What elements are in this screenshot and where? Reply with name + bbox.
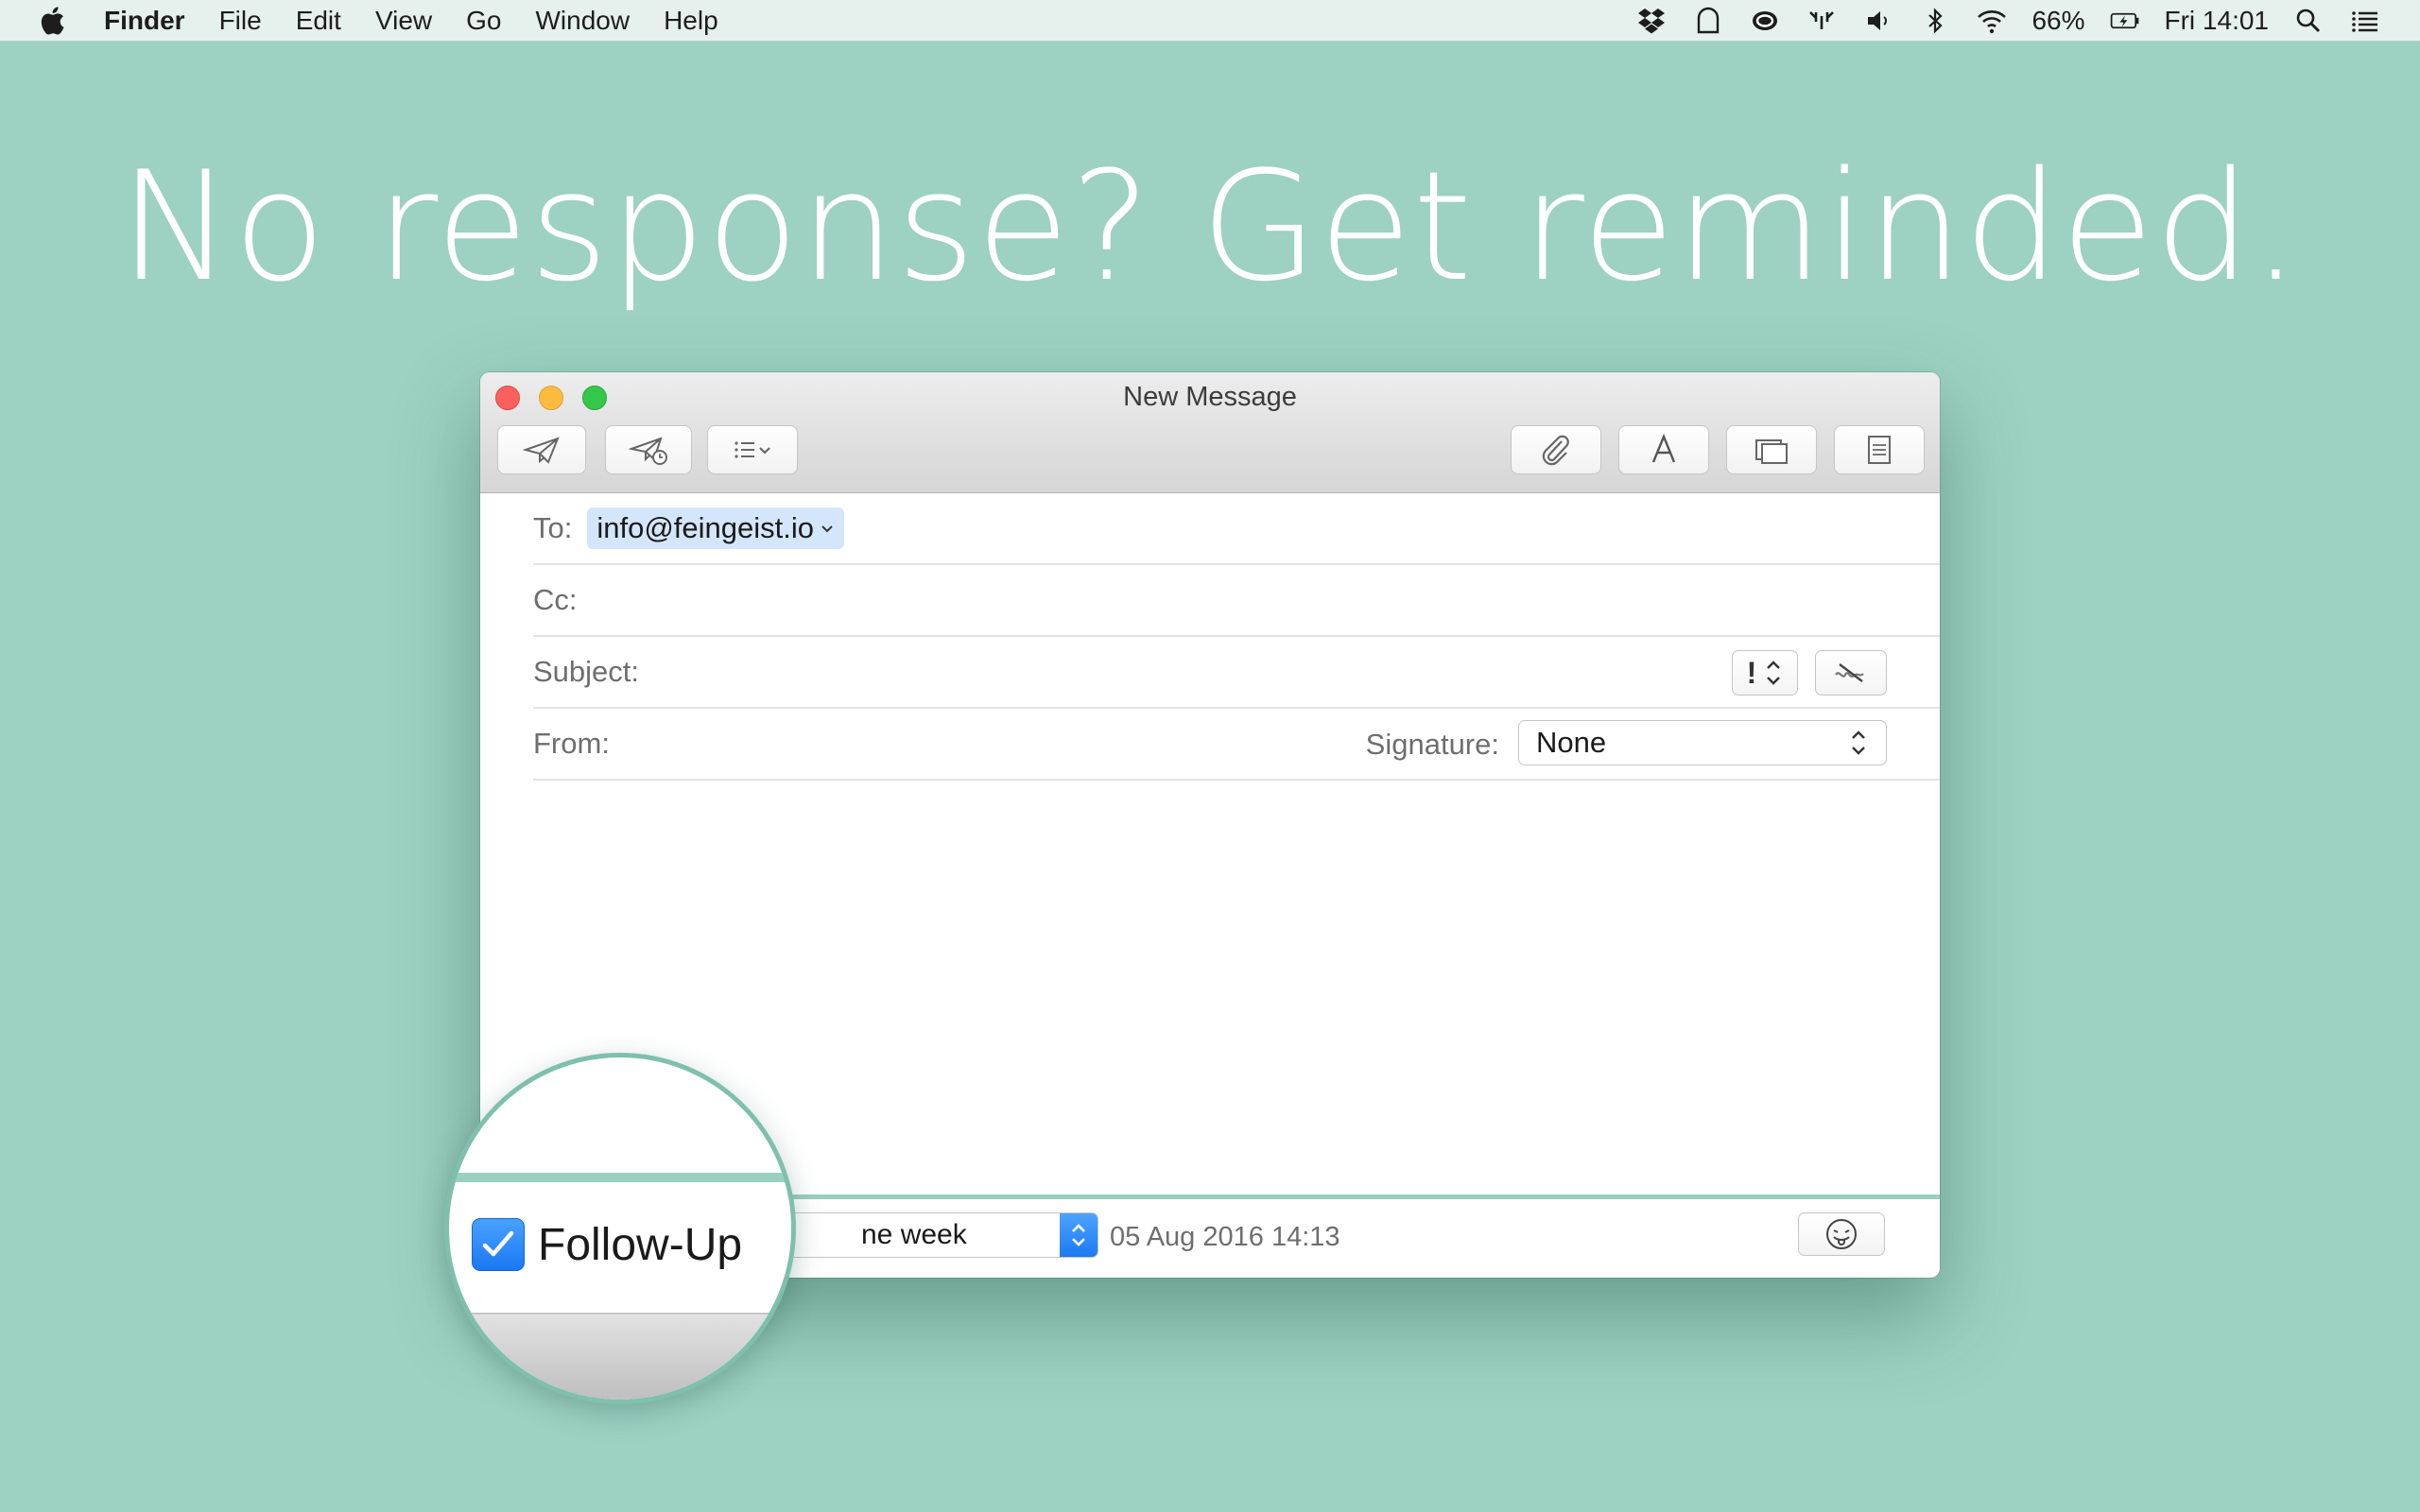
up-down-arrows-icon (1852, 730, 1865, 755)
to-row: To: info@feingeist.io (533, 493, 1940, 565)
magnified-divider-strip (449, 1173, 791, 1182)
spotlight-search-icon[interactable] (2292, 7, 2325, 35)
priority-symbol: ! (1746, 655, 1757, 690)
bluetooth-icon[interactable] (1919, 7, 1951, 35)
dropbox-icon[interactable] (1635, 7, 1668, 35)
menu-edit[interactable]: Edit (296, 6, 341, 36)
send-later-icon (629, 437, 667, 465)
subject-row[interactable]: Subject: ! (533, 637, 1940, 709)
send-later-button[interactable] (605, 425, 692, 474)
up-down-arrows-icon (1767, 661, 1781, 685)
smiley-tongue-icon (1826, 1219, 1857, 1249)
chevron-down-icon (821, 525, 833, 533)
signature-icon (1835, 663, 1864, 682)
from-row: From: Signature: None (533, 709, 1940, 781)
list-format-icon (735, 441, 770, 458)
notification-bell-icon[interactable] (1692, 7, 1724, 35)
list-format-button[interactable] (707, 425, 798, 474)
fonts-icon (1651, 434, 1676, 463)
apple-logo-icon[interactable] (0, 6, 104, 36)
attachment-icon (1542, 435, 1569, 466)
send-icon (522, 437, 560, 464)
menu-window[interactable]: Window (535, 6, 630, 36)
cc-label: Cc: (533, 583, 578, 616)
attachment-button[interactable] (1511, 425, 1601, 474)
signature-value: None (1536, 726, 1607, 759)
recipient-address: info@feingeist.io (596, 511, 815, 544)
menu-app-finder[interactable]: Finder (104, 6, 185, 36)
menu-bar: Finder File Edit View Go Window Help 66% (0, 0, 2420, 42)
signature-select[interactable]: None (1518, 720, 1887, 765)
magnified-window-edge (449, 1313, 791, 1400)
from-label: From: (533, 727, 610, 760)
send-button[interactable] (497, 425, 586, 474)
volume-icon[interactable] (1862, 7, 1894, 35)
menu-help[interactable]: Help (664, 6, 718, 36)
window-title: New Message (1123, 382, 1297, 412)
photo-browser-icon (1755, 439, 1788, 464)
signature-off-button[interactable] (1815, 650, 1887, 696)
signature-label: Signature: (1365, 728, 1499, 761)
interval-stepper[interactable] (1060, 1213, 1098, 1257)
headline: No response? Get reminded. (119, 138, 2301, 315)
follow-up-checkbox[interactable] (472, 1218, 525, 1271)
menu-go[interactable]: Go (466, 6, 501, 36)
network-activity-icon[interactable] (1806, 7, 1838, 35)
to-label: To: (533, 511, 573, 544)
up-down-arrows-icon (1072, 1224, 1085, 1246)
follow-up-magnifier: Follow-Up (444, 1053, 796, 1404)
menu-view[interactable]: View (375, 6, 432, 36)
cc-row[interactable]: Cc: (533, 565, 1940, 637)
window-titlebar: New Message (480, 372, 1940, 493)
emoji-button[interactable] (1798, 1212, 1885, 1256)
fonts-button[interactable] (1618, 425, 1709, 474)
follow-up-interval-value: ne week (861, 1219, 967, 1250)
photo-browser-button[interactable] (1726, 425, 1817, 474)
checkmark-icon (482, 1230, 514, 1257)
subject-label: Subject: (533, 655, 640, 688)
notification-center-icon[interactable] (2349, 7, 2381, 35)
priority-select[interactable]: ! (1732, 650, 1798, 696)
battery-charging-icon[interactable] (2109, 7, 2141, 35)
menubar-clock[interactable]: Fri 14:01 (2165, 6, 2270, 36)
follow-up-label: Follow-Up (538, 1219, 743, 1270)
recipient-token[interactable]: info@feingeist.io (587, 507, 845, 549)
battery-percent: 66% (2031, 5, 2085, 35)
follow-up-interval-select[interactable]: ne week (747, 1212, 1098, 1258)
creative-cloud-icon[interactable] (1749, 7, 1781, 35)
wifi-icon[interactable] (1976, 7, 2008, 35)
menu-file[interactable]: File (219, 6, 262, 36)
follow-up-date: 05 Aug 2016 14:13 (1110, 1222, 1340, 1252)
stationery-icon (1868, 436, 1891, 464)
stationery-button[interactable] (1834, 425, 1925, 474)
